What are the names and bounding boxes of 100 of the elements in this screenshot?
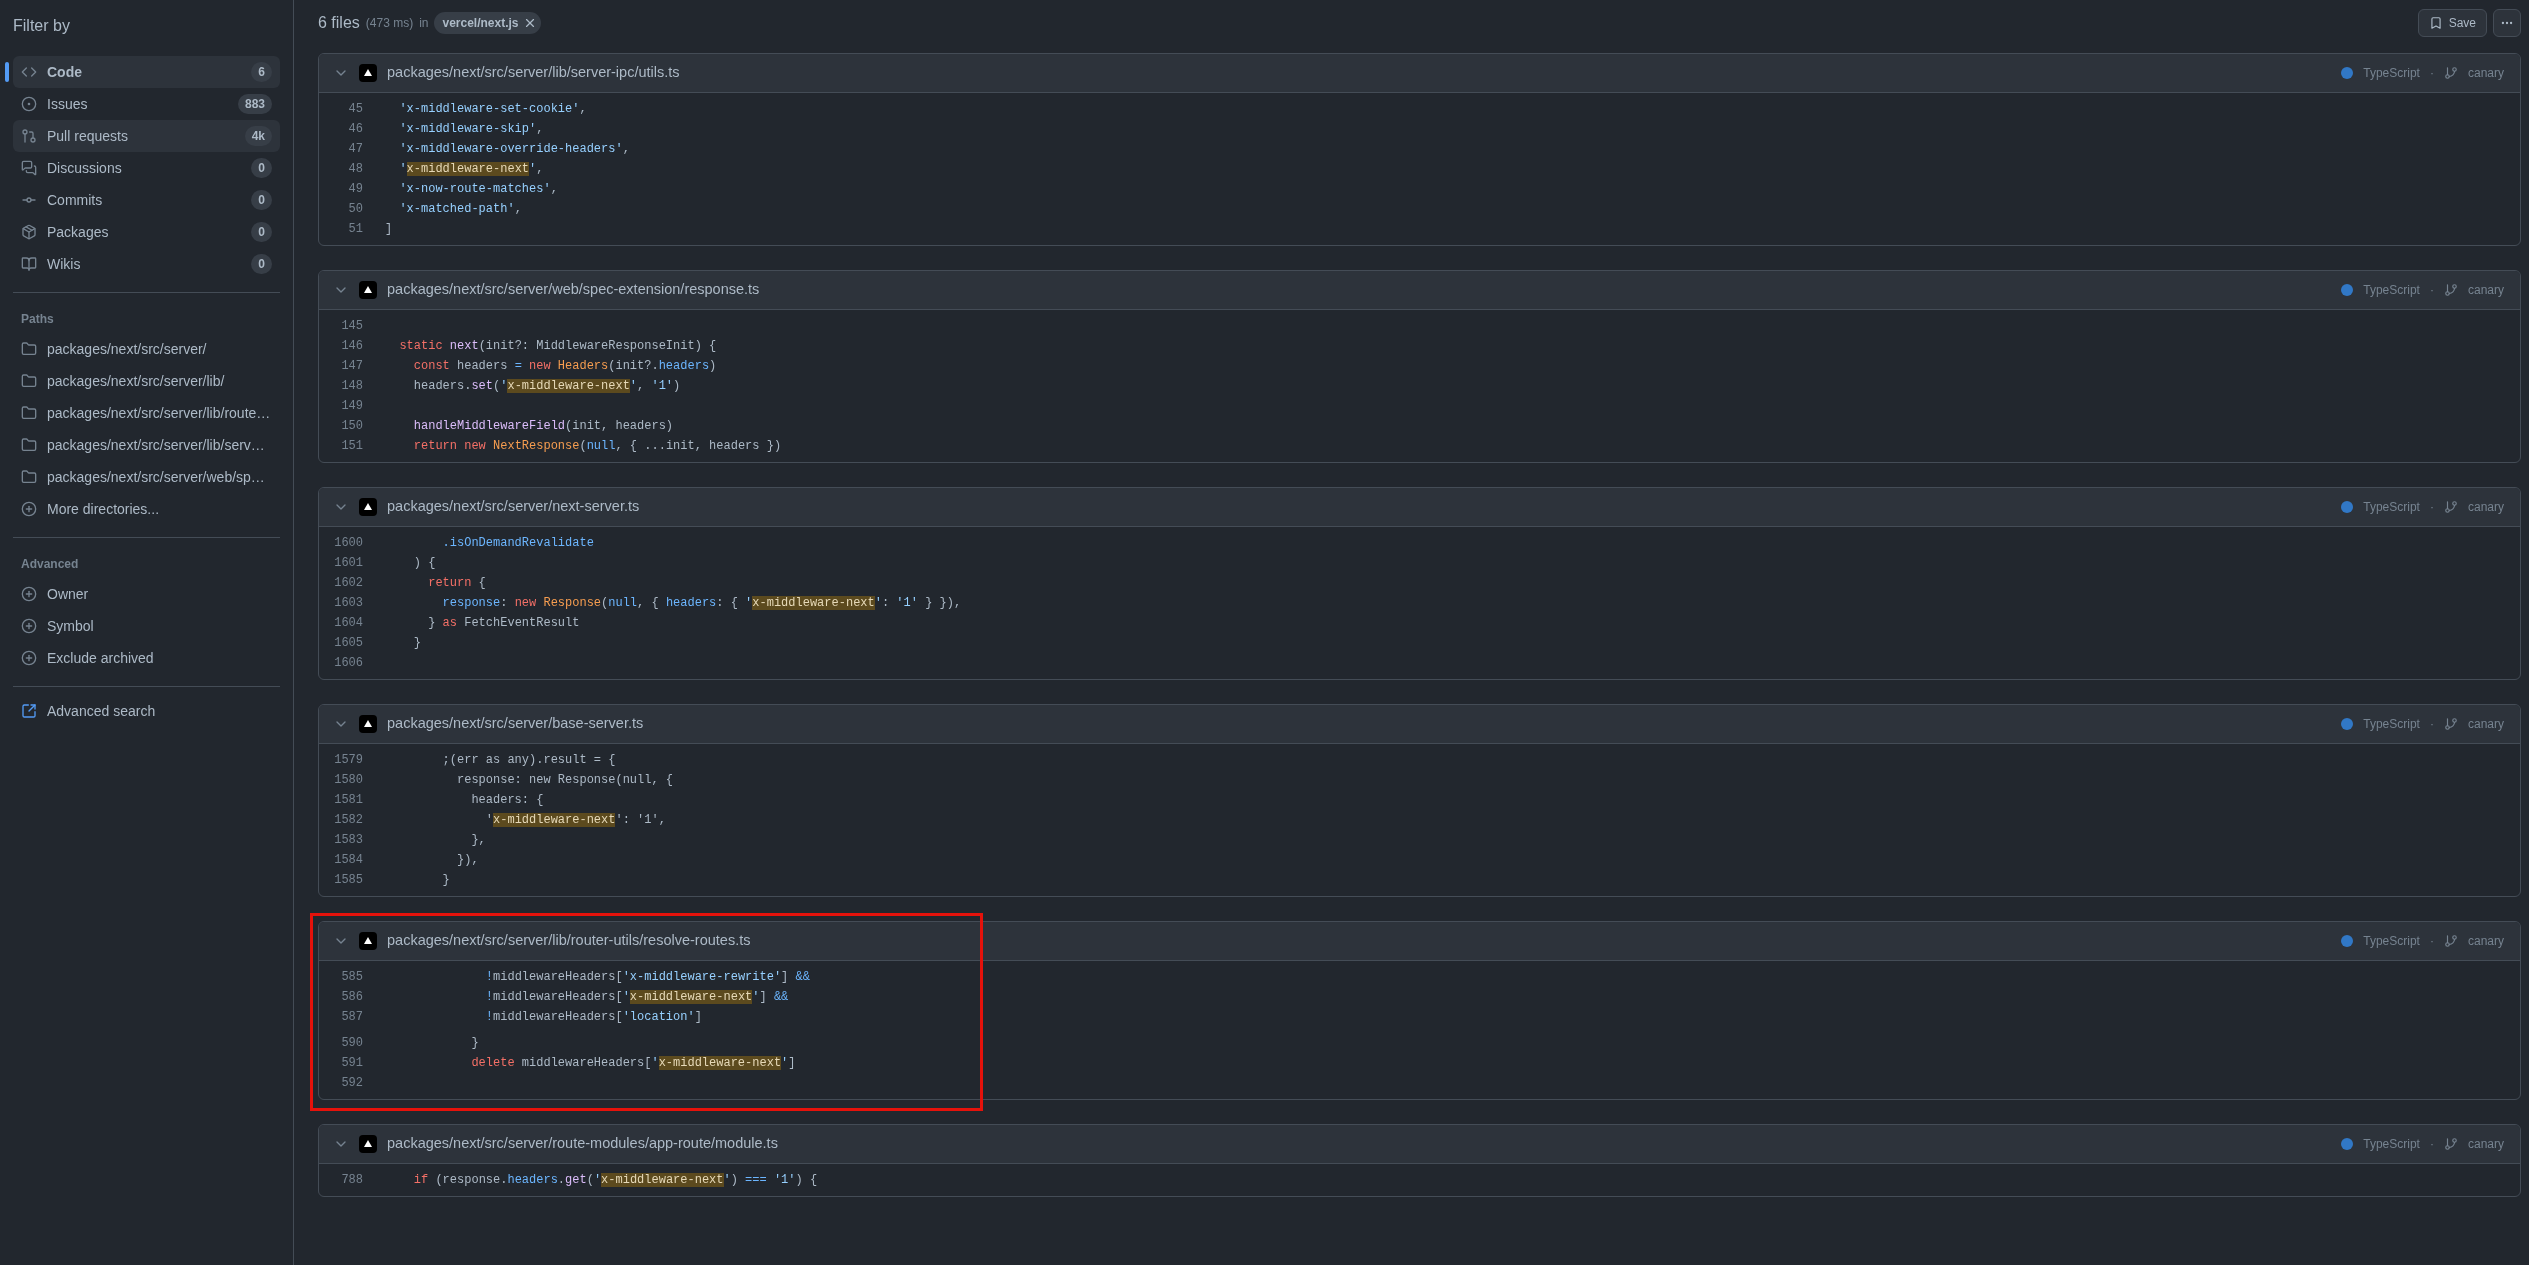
line-number: 50 <box>347 201 364 218</box>
branch-icon <box>2443 1137 2458 1151</box>
line-number: 1583 <box>333 832 364 849</box>
advanced-filter-item[interactable]: Owner <box>13 578 280 610</box>
code-line: !middlewareHeaders['location'] <box>484 1009 702 1026</box>
file-path-link[interactable]: packages/next/src/server/base-server.ts <box>387 713 2332 735</box>
count-badge: 0 <box>251 222 272 242</box>
code-icon <box>21 64 37 80</box>
code-line: } as FetchEventResult <box>427 615 580 632</box>
results-count: 6 files <box>318 13 360 33</box>
file-path-link[interactable]: packages/next/src/server/route-modules/app-route/module.ts <box>387 1133 2332 1155</box>
line-number: 145 <box>340 318 364 335</box>
code-line: !middlewareHeaders['x-middleware-rewrite'] && <box>484 969 810 986</box>
separator-dot: · <box>2429 499 2434 516</box>
filter-item[interactable]: Packages 0 <box>13 216 280 248</box>
code-line: ) { <box>412 555 436 572</box>
filter-item[interactable]: Discussions 0 <box>13 152 280 184</box>
filter-item[interactable]: Commits 0 <box>13 184 280 216</box>
code-line: 'x-matched-path', <box>398 201 522 218</box>
branch-label: canary <box>2467 65 2504 82</box>
line-number: 46 <box>347 121 364 138</box>
file-path-link[interactable]: packages/next/src/server/web/spec-extension/response.ts <box>387 279 2332 301</box>
language-label: TypeScript <box>2363 1136 2420 1153</box>
line-number: 592 <box>340 1075 364 1092</box>
branch-label: canary <box>2467 716 2504 733</box>
more-directories-item[interactable]: More directories... <box>13 493 280 525</box>
advanced-search-link[interactable]: Advanced search <box>13 699 280 723</box>
filter-item[interactable]: Code 6 <box>13 56 280 88</box>
file-path-link[interactable]: packages/next/src/server/lib/server-ipc/utils.ts <box>387 62 2332 84</box>
language-label: TypeScript <box>2363 499 2420 516</box>
code-line: } <box>441 872 450 889</box>
plus-icon <box>21 586 37 602</box>
code-line: 'x-now-route-matches', <box>398 181 558 198</box>
code-line: handleMiddlewareField(init, headers) <box>412 418 674 435</box>
language-label: TypeScript <box>2363 933 2420 950</box>
search-timing: (473 ms) <box>365 15 414 32</box>
line-number: 1601 <box>333 555 364 572</box>
triangle-logo-icon <box>359 1135 377 1153</box>
branch-icon <box>2443 283 2458 297</box>
filter-item[interactable]: Wikis 0 <box>13 248 280 280</box>
branch-label: canary <box>2467 499 2504 516</box>
line-number: 586 <box>340 989 364 1006</box>
code-line: ] <box>385 221 393 238</box>
triangle-logo-icon <box>359 64 377 82</box>
branch-label: canary <box>2467 282 2504 299</box>
branch-label: canary <box>2467 1136 2504 1153</box>
folder-icon <box>21 469 37 485</box>
save-button[interactable]: Save <box>2417 9 2487 37</box>
count-badge: 4k <box>244 126 272 146</box>
branch-icon <box>2443 66 2458 80</box>
line-number: 1602 <box>333 575 364 592</box>
path-item[interactable]: packages/next/src/server/web/sp… <box>13 461 280 493</box>
path-item[interactable]: packages/next/src/server/lib/ <box>13 365 280 397</box>
code-line: delete middlewareHeaders['x-middleware-next'] <box>470 1055 796 1072</box>
file-path-link[interactable]: packages/next/src/server/lib/router-utils/resolve-routes.ts <box>387 930 2332 952</box>
code-line: headers.set('x-middleware-next', '1') <box>412 378 681 395</box>
language-label: TypeScript <box>2363 716 2420 733</box>
line-number: 149 <box>340 398 364 415</box>
separator-dot: · <box>2429 933 2434 950</box>
count-badge: 0 <box>251 158 272 178</box>
filter-item[interactable]: Issues 883 <box>13 88 280 120</box>
line-number: 1585 <box>333 872 364 889</box>
line-number: 591 <box>340 1055 364 1072</box>
repo-filter-chip[interactable]: vercel/next.js <box>434 12 541 34</box>
branch-icon <box>2443 934 2458 948</box>
separator-dot: · <box>2429 1136 2434 1153</box>
sidebar-title: Filter by <box>13 16 71 36</box>
triangle-logo-icon <box>359 498 377 516</box>
filter-item[interactable]: Pull requests 4k <box>13 120 280 152</box>
line-number: 1600 <box>333 535 364 552</box>
path-item[interactable]: packages/next/src/server/lib/route… <box>13 397 280 429</box>
advanced-filter-item[interactable]: Exclude archived <box>13 642 280 674</box>
line-number: 788 <box>340 1172 364 1189</box>
line-number: 148 <box>340 378 364 395</box>
triangle-logo-icon <box>359 281 377 299</box>
code-line: headers: { <box>470 792 544 809</box>
speech-bubbles-icon <box>21 160 37 176</box>
more-options-button[interactable] <box>2493 9 2521 37</box>
folder-icon <box>21 437 37 453</box>
code-line: .isOnDemandRevalidate <box>441 535 594 552</box>
code-line: return { <box>427 575 486 592</box>
plus-icon <box>21 501 37 517</box>
path-item[interactable]: packages/next/src/server/lib/serv… <box>13 429 280 461</box>
advanced-filter-item[interactable]: Symbol <box>13 610 280 642</box>
path-item[interactable]: packages/next/src/server/ <box>13 333 280 365</box>
line-number: 1604 <box>333 615 364 632</box>
file-path-link[interactable]: packages/next/src/server/next-server.ts <box>387 496 2332 518</box>
line-number: 1603 <box>333 595 364 612</box>
code-line: 'x-middleware-override-headers', <box>398 141 630 158</box>
bookmark-icon <box>2428 16 2443 30</box>
in-label: in <box>419 15 429 32</box>
line-number: 48 <box>347 161 364 178</box>
section-heading: Advanced <box>20 556 80 573</box>
folder-icon <box>21 373 37 389</box>
line-number: 146 <box>340 338 364 355</box>
code-line: response: new Response(null, { headers: { 'x-middleware-next': '1' } }), <box>441 595 962 612</box>
triangle-logo-icon <box>359 932 377 950</box>
line-number: 147 <box>340 358 364 375</box>
branch-label: canary <box>2467 933 2504 950</box>
line-number: 49 <box>347 181 364 198</box>
